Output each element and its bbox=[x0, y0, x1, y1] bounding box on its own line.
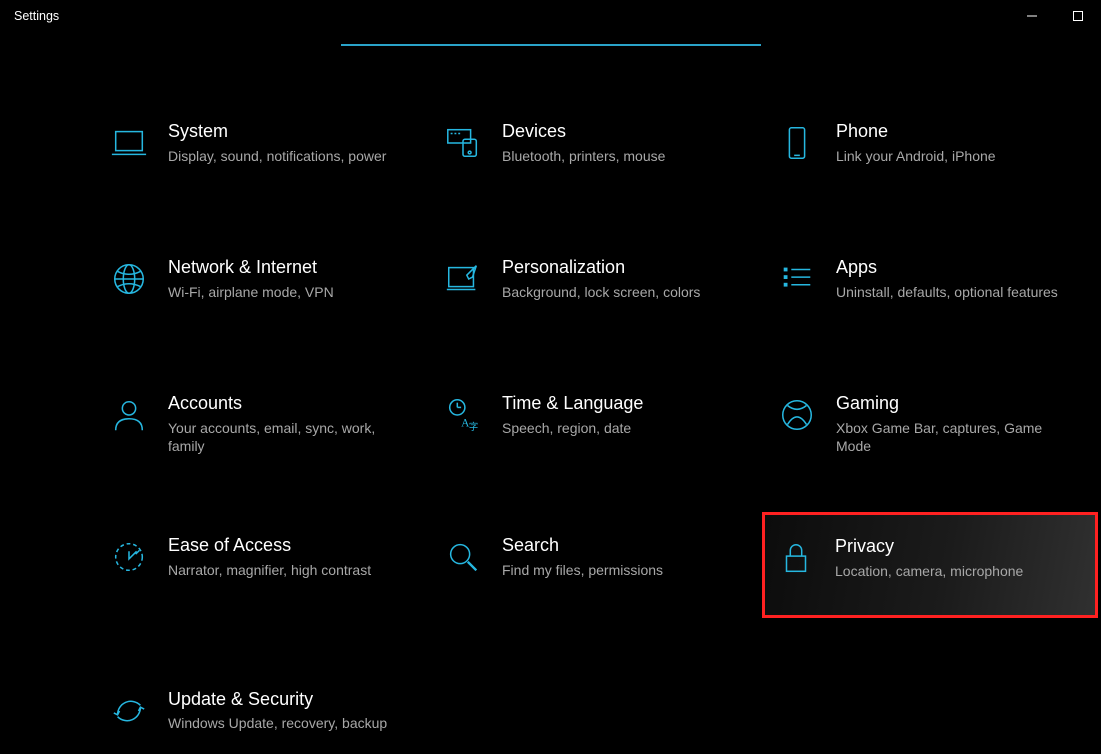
person-icon bbox=[108, 394, 150, 436]
category-title: Personalization bbox=[502, 256, 738, 279]
category-devices[interactable]: Devices Bluetooth, printers, mouse bbox=[434, 112, 764, 186]
lock-icon bbox=[775, 537, 817, 579]
minimize-button[interactable] bbox=[1009, 0, 1055, 32]
category-search[interactable]: Search Find my files, permissions bbox=[434, 526, 764, 617]
category-time-language[interactable]: A 字 Time & Language Speech, region, date bbox=[434, 384, 764, 464]
phone-icon bbox=[776, 122, 818, 164]
search-accent-underline bbox=[341, 44, 761, 46]
category-desc: Uninstall, defaults, optional features bbox=[836, 283, 1072, 302]
ease-icon bbox=[108, 536, 150, 578]
category-title: Ease of Access bbox=[168, 534, 404, 557]
category-title: System bbox=[168, 120, 404, 143]
category-title: Time & Language bbox=[502, 392, 738, 415]
category-title: Devices bbox=[502, 120, 738, 143]
time-lang-icon: A 字 bbox=[442, 394, 484, 436]
category-desc: Speech, region, date bbox=[502, 419, 738, 438]
category-desc: Location, camera, microphone bbox=[835, 562, 1069, 581]
category-ease-of-access[interactable]: Ease of Access Narrator, magnifier, high… bbox=[100, 526, 430, 617]
category-update-security[interactable]: Update & Security Windows Update, recove… bbox=[100, 680, 430, 754]
category-desc: Windows Update, recovery, backup bbox=[168, 714, 404, 733]
paintbrush-icon bbox=[442, 258, 484, 300]
category-system[interactable]: System Display, sound, notifications, po… bbox=[100, 112, 430, 186]
xbox-icon bbox=[776, 394, 818, 436]
category-desc: Background, lock screen, colors bbox=[502, 283, 738, 302]
category-privacy[interactable]: Privacy Location, camera, microphone bbox=[762, 512, 1098, 617]
laptop-icon bbox=[108, 122, 150, 164]
category-accounts[interactable]: Accounts Your accounts, email, sync, wor… bbox=[100, 384, 430, 464]
category-title: Update & Security bbox=[168, 688, 404, 711]
window-title: Settings bbox=[14, 9, 59, 23]
category-gaming[interactable]: Gaming Xbox Game Bar, captures, Game Mod… bbox=[768, 384, 1098, 464]
category-desc: Bluetooth, printers, mouse bbox=[502, 147, 738, 166]
globe-icon bbox=[108, 258, 150, 300]
category-apps[interactable]: Apps Uninstall, defaults, optional featu… bbox=[768, 248, 1098, 322]
category-desc: Find my files, permissions bbox=[502, 561, 738, 580]
svg-text:字: 字 bbox=[469, 421, 479, 433]
category-title: Gaming bbox=[836, 392, 1072, 415]
category-personalization[interactable]: Personalization Background, lock screen,… bbox=[434, 248, 764, 322]
search-icon bbox=[442, 536, 484, 578]
devices-icon bbox=[442, 122, 484, 164]
category-phone[interactable]: Phone Link your Android, iPhone bbox=[768, 112, 1098, 186]
category-desc: Wi-Fi, airplane mode, VPN bbox=[168, 283, 404, 302]
category-title: Apps bbox=[836, 256, 1072, 279]
settings-categories-grid: System Display, sound, notifications, po… bbox=[100, 112, 1100, 754]
category-desc: Your accounts, email, sync, work, family bbox=[168, 419, 404, 457]
category-title: Network & Internet bbox=[168, 256, 404, 279]
sync-icon bbox=[108, 690, 150, 732]
category-title: Phone bbox=[836, 120, 1072, 143]
apps-list-icon bbox=[776, 258, 818, 300]
category-title: Search bbox=[502, 534, 738, 557]
category-network[interactable]: Network & Internet Wi-Fi, airplane mode,… bbox=[100, 248, 430, 322]
category-desc: Xbox Game Bar, captures, Game Mode bbox=[836, 419, 1072, 457]
category-desc: Link your Android, iPhone bbox=[836, 147, 1072, 166]
window-controls bbox=[1009, 0, 1101, 32]
category-title: Privacy bbox=[835, 535, 1069, 558]
category-desc: Narrator, magnifier, high contrast bbox=[168, 561, 404, 580]
category-desc: Display, sound, notifications, power bbox=[168, 147, 404, 166]
category-title: Accounts bbox=[168, 392, 404, 415]
maximize-button[interactable] bbox=[1055, 0, 1101, 32]
titlebar: Settings bbox=[0, 0, 1101, 32]
